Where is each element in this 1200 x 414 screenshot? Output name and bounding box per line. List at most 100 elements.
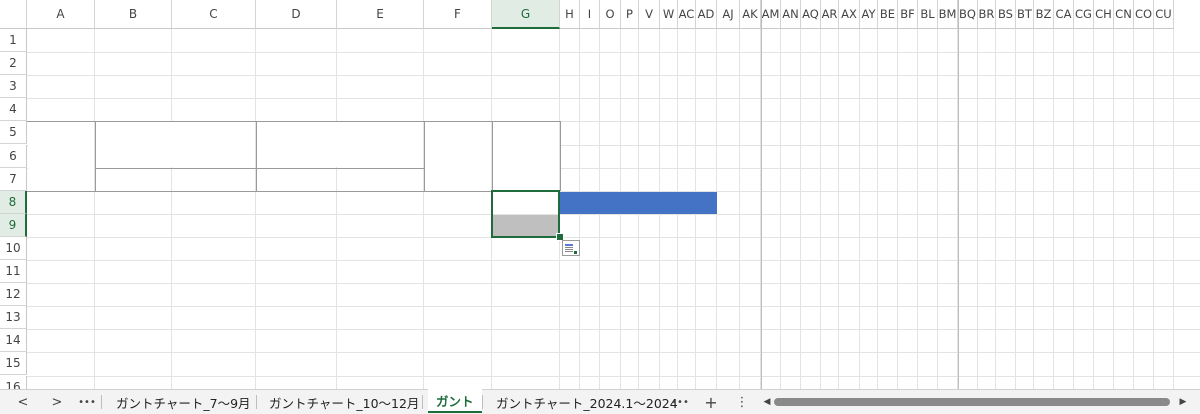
day-number	[1054, 145, 1074, 168]
column-header-AX[interactable]: AX	[839, 0, 860, 29]
day-number	[761, 145, 781, 168]
column-header-BR[interactable]: BR	[978, 0, 996, 29]
day-number	[740, 145, 761, 168]
row-header-11[interactable]: 11	[0, 260, 27, 284]
column-header-AR[interactable]: AR	[821, 0, 839, 29]
row-header-2[interactable]: 2	[0, 52, 27, 76]
scroll-tabs-right-button[interactable]: >	[46, 390, 68, 414]
row-header-9[interactable]: 9	[0, 213, 27, 237]
day-number	[1094, 145, 1114, 168]
sheet-tab-10-12[interactable]: ガントチャート_10～12月	[269, 390, 419, 414]
column-header-B[interactable]: B	[95, 0, 172, 29]
column-header-I[interactable]: I	[580, 0, 600, 29]
column-header-F[interactable]: F	[424, 0, 492, 29]
column-header-AK[interactable]: AK	[740, 0, 761, 29]
column-header-AN[interactable]: AN	[781, 0, 801, 29]
header-task	[27, 121, 95, 190]
column-header-C[interactable]: C	[172, 0, 256, 29]
task-actual-start	[256, 191, 337, 214]
header-end-date	[172, 168, 256, 191]
column-header-H[interactable]: H	[560, 0, 580, 29]
week-label	[1114, 168, 1154, 191]
autofill-options-icon[interactable]	[562, 239, 580, 256]
header-completion-rate	[492, 121, 560, 190]
column-header-AJ[interactable]: AJ	[717, 0, 740, 29]
column-header-E[interactable]: E	[337, 0, 424, 29]
row-header-5[interactable]: 5	[0, 121, 27, 145]
day-number	[821, 145, 839, 168]
column-header-CH[interactable]: CH	[1094, 0, 1114, 29]
select-all-corner[interactable]	[0, 0, 27, 29]
column-header-BL[interactable]: BL	[918, 0, 938, 29]
week-label	[600, 168, 639, 191]
column-header-BZ[interactable]: BZ	[1034, 0, 1054, 29]
column-header-BS[interactable]: BS	[996, 0, 1016, 29]
more-tabs-right-button[interactable]: •••	[669, 390, 691, 414]
column-header-AQ[interactable]: AQ	[801, 0, 821, 29]
column-header-AM[interactable]: AM	[761, 0, 781, 29]
day-number	[878, 145, 898, 168]
week-label	[996, 168, 1034, 191]
column-header-AD[interactable]: AD	[696, 0, 717, 29]
column-header-CA[interactable]: CA	[1054, 0, 1074, 29]
column-header-G[interactable]: G	[492, 0, 560, 29]
horizontal-scrollbar-thumb[interactable]	[774, 398, 1170, 406]
task-actual-confirm	[337, 214, 424, 237]
column-header-AY[interactable]: AY	[860, 0, 878, 29]
column-header-P[interactable]: P	[621, 0, 639, 29]
day-number	[580, 145, 600, 168]
column-header-BF[interactable]: BF	[898, 0, 918, 29]
row-header-6[interactable]: 6	[0, 144, 27, 168]
sheet-tab-7-9[interactable]: ガントチャート_7～9月	[116, 390, 251, 414]
day-number	[1154, 145, 1174, 168]
column-header-W[interactable]: W	[660, 0, 678, 29]
row-header-12[interactable]: 12	[0, 283, 27, 307]
column-header-O[interactable]: O	[600, 0, 621, 29]
week-label	[839, 168, 878, 191]
day-number	[958, 145, 978, 168]
column-header-AC[interactable]: AC	[678, 0, 696, 29]
column-header-CU[interactable]: CU	[1154, 0, 1174, 29]
day-number	[696, 145, 717, 168]
column-header-D[interactable]: D	[256, 0, 337, 29]
row-header-3[interactable]: 3	[0, 75, 27, 99]
scroll-tabs-left-button[interactable]: <	[12, 390, 34, 414]
sheet-tab-gantt-active[interactable]: ガント	[428, 389, 482, 413]
day-number	[678, 145, 696, 168]
header-plan	[95, 121, 256, 167]
task-actual-start	[256, 214, 337, 237]
row-header-10[interactable]: 10	[0, 236, 27, 260]
week-label	[918, 168, 958, 191]
task-end-date	[172, 191, 256, 214]
column-header-CO[interactable]: CO	[1134, 0, 1154, 29]
selection-range[interactable]	[491, 189, 560, 238]
row-header-7[interactable]: 7	[0, 167, 27, 191]
task-progress	[424, 191, 492, 214]
column-header-CN[interactable]: CN	[1114, 0, 1134, 29]
add-sheet-button[interactable]: +	[700, 390, 722, 414]
header-actual-confirm	[337, 168, 424, 191]
row-header-8[interactable]: 8	[0, 190, 27, 214]
sheet-options-button[interactable]: ⋮	[731, 390, 753, 414]
header-start-date	[95, 168, 172, 191]
column-header-V[interactable]: V	[639, 0, 660, 29]
sheet-tab-2024[interactable]: ガントチャート_2024.1～2024	[496, 390, 678, 414]
column-header-CG[interactable]: CG	[1074, 0, 1094, 29]
week-label	[560, 168, 600, 191]
column-header-BQ[interactable]: BQ	[958, 0, 978, 29]
row-header-13[interactable]: 13	[0, 306, 27, 330]
task-name	[27, 214, 95, 237]
column-header-BE[interactable]: BE	[878, 0, 898, 29]
row-header-14[interactable]: 14	[0, 329, 27, 353]
day-number	[1034, 145, 1054, 168]
week-label	[678, 168, 717, 191]
day-number	[1016, 145, 1034, 168]
row-header-15[interactable]: 15	[0, 352, 27, 376]
column-header-A[interactable]: A	[27, 0, 95, 29]
column-header-BM[interactable]: BM	[938, 0, 958, 29]
more-tabs-left-button[interactable]: •••	[76, 390, 98, 414]
row-header-1[interactable]: 1	[0, 29, 27, 53]
column-header-BT[interactable]: BT	[1016, 0, 1034, 29]
hscroll-right-arrow-icon[interactable]: ▶	[1172, 390, 1194, 414]
row-header-4[interactable]: 4	[0, 98, 27, 122]
